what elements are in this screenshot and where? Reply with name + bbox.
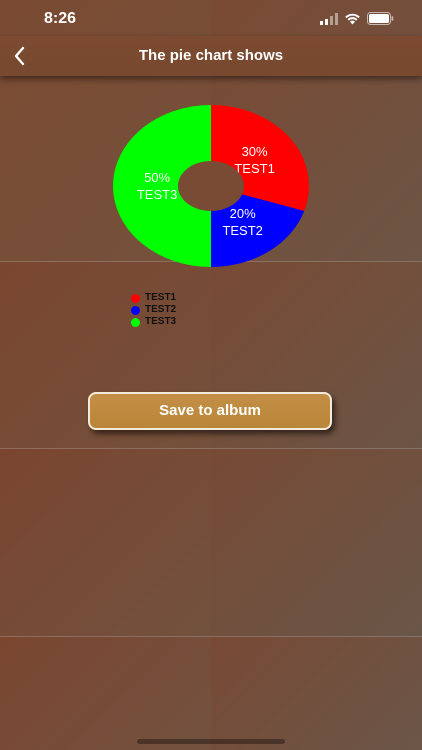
slice-percent-label: 50% [144, 170, 170, 185]
legend-item: TEST3 [131, 316, 176, 328]
legend-swatch [131, 293, 140, 303]
legend-label: TEST2 [145, 304, 177, 315]
legend-swatch [131, 305, 140, 315]
legend-swatch [131, 317, 140, 327]
background-tile [211, 449, 422, 637]
pie-center-hole [178, 161, 244, 211]
divider [0, 636, 422, 637]
legend-item: TEST1 [131, 292, 176, 304]
background-tile [0, 449, 211, 637]
legend-label: TEST1 [145, 292, 177, 303]
divider [0, 448, 422, 449]
slice-name-label: TEST1 [234, 161, 274, 176]
slice-name-label: TEST3 [137, 187, 177, 202]
slice-name-label: TEST2 [222, 223, 262, 238]
pie-chart: 30% TEST1 20% TEST2 50% TEST3 [113, 105, 309, 267]
background-tile [0, 637, 211, 750]
legend-label: TEST3 [145, 316, 177, 327]
chart-legend: TEST1 TEST2 TEST3 [131, 292, 176, 328]
home-indicator [137, 739, 285, 744]
save-to-album-button[interactable]: Save to album [88, 392, 332, 430]
legend-item: TEST2 [131, 304, 176, 316]
slice-percent-label: 20% [230, 206, 256, 221]
background-tile [211, 637, 422, 750]
slice-percent-label: 30% [242, 144, 268, 159]
